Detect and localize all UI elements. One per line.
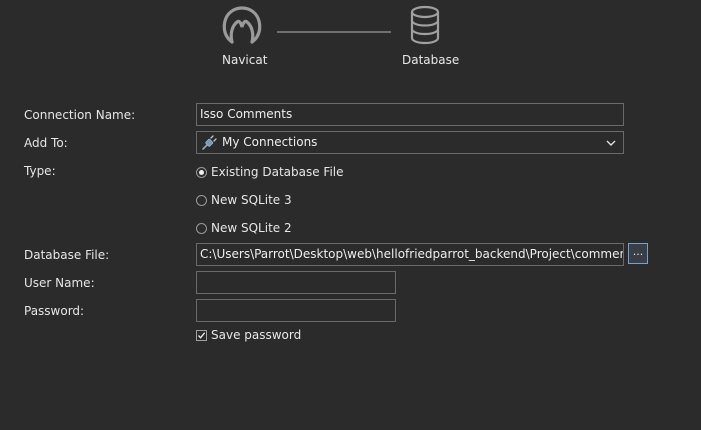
save-password-checkbox-row[interactable]: Save password [196, 328, 301, 342]
connection-name-label: Connection Name: [24, 108, 136, 122]
database-file-label: Database File: [24, 248, 110, 262]
radio-button-selected[interactable] [196, 166, 207, 178]
plug-icon [202, 134, 217, 150]
save-password-checkbox[interactable] [196, 329, 207, 341]
type-option-existing-database-file[interactable]: Existing Database File [196, 165, 344, 179]
save-password-label: Save password [211, 328, 302, 342]
user-name-input[interactable] [196, 271, 396, 294]
database-file-value: C:\Users\Parrot\Desktop\web\hellofriedpa… [200, 247, 624, 261]
checkmark-icon [198, 331, 206, 339]
connection-name-value: Isso Comments [200, 107, 293, 121]
connector-line [277, 31, 391, 33]
navicat-logo-icon [222, 6, 262, 44]
browse-button[interactable]: ... [628, 243, 648, 264]
target-label: Database [402, 53, 460, 67]
chevron-down-icon [606, 140, 616, 146]
database-icon [410, 5, 440, 45]
add-to-value: My Connections [222, 135, 318, 149]
add-to-select[interactable]: My Connections [196, 131, 624, 154]
type-label: Type: [24, 164, 56, 178]
password-label: Password: [24, 304, 85, 318]
radio-button[interactable] [196, 222, 207, 234]
database-file-input[interactable]: C:\Users\Parrot\Desktop\web\hellofriedpa… [196, 243, 624, 266]
type-option-label: Existing Database File [211, 165, 344, 179]
add-to-label: Add To: [24, 136, 68, 150]
type-option-label: New SQLite 3 [211, 193, 292, 207]
type-option-new-sqlite-2[interactable]: New SQLite 2 [196, 221, 292, 235]
connection-dialog: Navicat Database Connection Name: Isso C… [0, 0, 701, 430]
user-name-label: User Name: [24, 276, 95, 290]
type-option-label: New SQLite 2 [211, 221, 292, 235]
password-input[interactable] [196, 299, 396, 322]
type-option-new-sqlite-3[interactable]: New SQLite 3 [196, 193, 292, 207]
radio-button[interactable] [196, 194, 207, 206]
source-label: Navicat [222, 53, 268, 67]
connection-name-input[interactable]: Isso Comments [196, 103, 624, 126]
